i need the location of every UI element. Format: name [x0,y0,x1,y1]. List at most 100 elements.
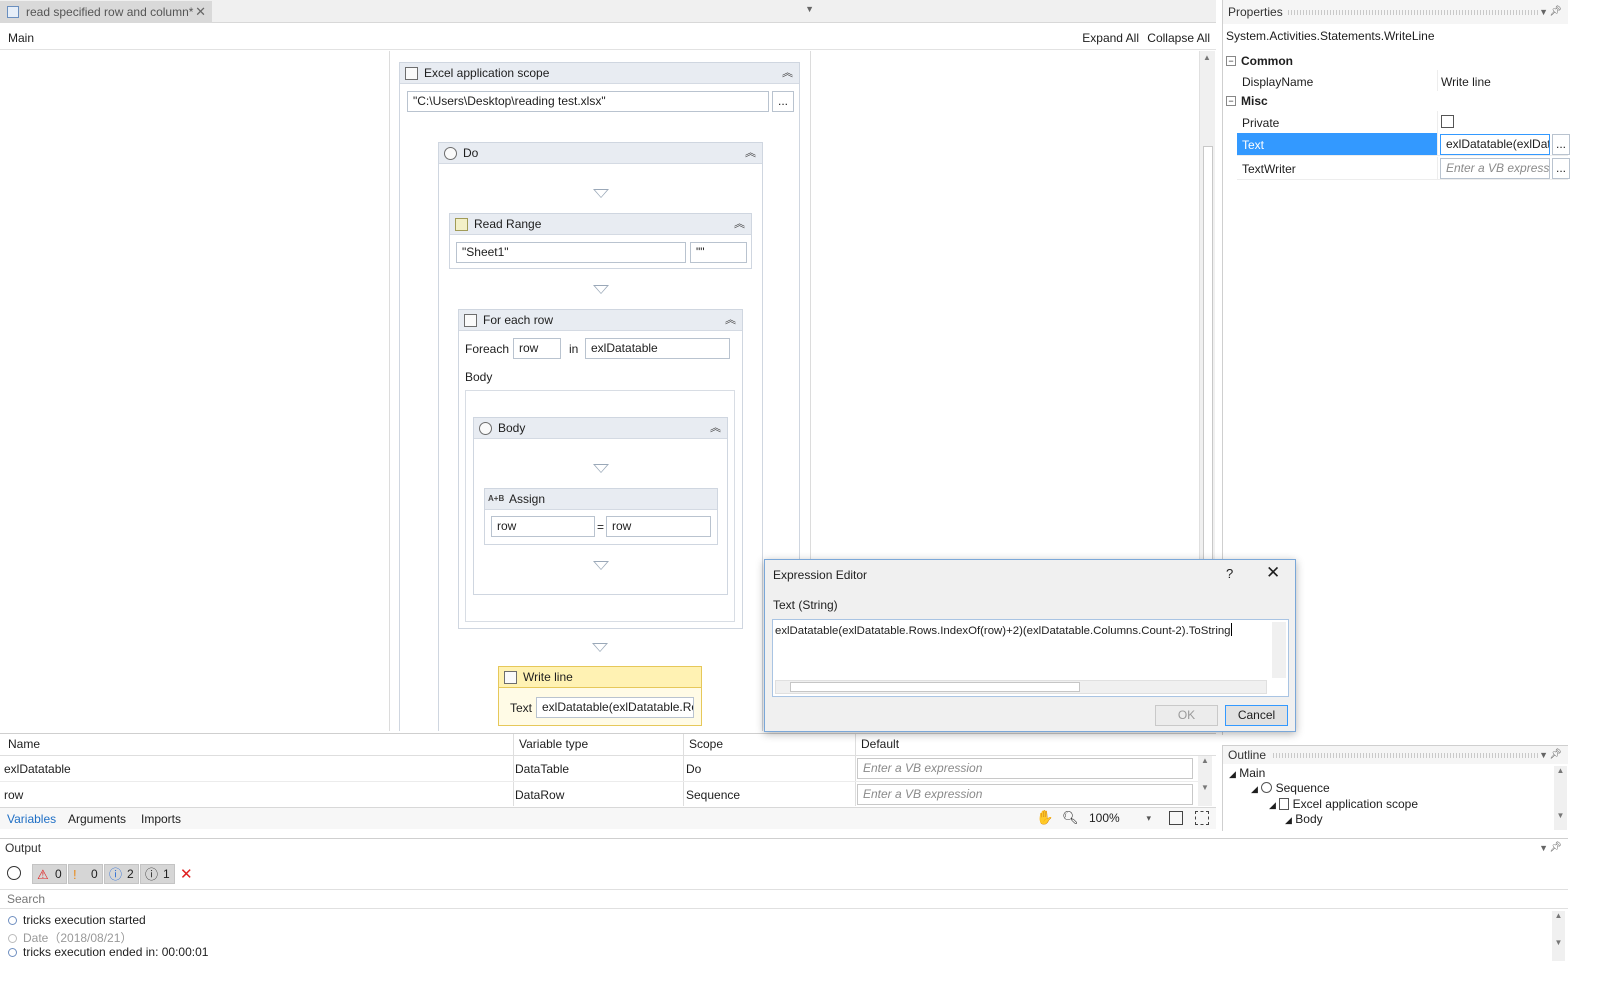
property-text-value[interactable]: exlDatatable(exlData ... [1437,133,1570,155]
assign-activity[interactable]: A+B Assign row = row [484,488,718,545]
foreach-item-input[interactable]: row [513,338,561,359]
textwriter-ellipsis-button[interactable]: ... [1552,158,1570,179]
errors-filter[interactable]: ⚠ 0 [32,864,67,884]
pan-hand-icon[interactable]: ✋ [1036,809,1053,826]
variable-type[interactable]: DataRow [515,788,564,802]
tab-arguments[interactable]: Arguments [68,812,126,826]
sheet-name-input[interactable]: "Sheet1" [456,242,686,263]
variable-default-input[interactable]: Enter a VB expression [857,758,1193,779]
outline-item-main[interactable]: ◢ Main [1229,766,1265,780]
scroll-up-icon[interactable]: ▲ [1203,53,1211,62]
info-filter[interactable]: ⓘ 2 [104,864,139,884]
outline-item-excel-scope[interactable]: ◢ Excel application scope [1269,797,1418,811]
col-name-header[interactable]: Name [8,737,40,751]
output-line[interactable]: tricks execution ended in: 00:00:01 [8,945,208,959]
variable-name[interactable]: exlDatatable [4,762,71,776]
expander-icon[interactable]: ◢ [1229,769,1236,779]
write-line-activity[interactable]: Write line Text exlDatatable(exlDatatabl… [498,666,702,726]
cancel-button[interactable]: Cancel [1225,705,1288,726]
variable-type[interactable]: DataTable [515,762,569,776]
variable-default-input[interactable]: Enter a VB expression [857,784,1193,805]
text-ellipsis-button[interactable]: ... [1552,134,1570,155]
property-private[interactable]: Private [1237,111,1568,134]
outline-item-sequence[interactable]: ◢ Sequence [1251,781,1330,795]
panel-dropdown-icon[interactable]: ▼ [1539,0,1548,24]
panel-dropdown-icon[interactable]: ▼ [1539,839,1548,857]
tab-variables[interactable]: Variables [7,812,56,826]
property-textwriter[interactable]: TextWriter Enter a VB expressic ... [1237,157,1570,180]
collapse-all-button[interactable]: Collapse All [1147,31,1210,45]
assign-value-input[interactable]: row [606,516,711,537]
close-dialog-button[interactable]: ✕ [1266,563,1280,583]
drop-arrow[interactable] [593,285,609,294]
collapse-chevron-icon[interactable]: ︽ [734,214,745,234]
foreach-collection-input[interactable]: exlDatatable [585,338,730,359]
pin-icon[interactable]: 📌︎ [1549,839,1562,857]
expander-icon[interactable]: ◢ [1269,800,1276,810]
panel-grip[interactable] [1273,753,1538,758]
write-line-header[interactable]: Write line [499,667,701,688]
drop-arrow[interactable] [593,561,609,570]
tab-dropdown-icon[interactable]: ▼ [805,4,814,14]
output-line[interactable]: tricks execution started [8,913,146,927]
col-default-header[interactable]: Default [861,737,899,751]
browse-path-button[interactable]: ... [772,91,794,112]
expand-all-button[interactable]: Expand All [1082,31,1139,45]
trace-filter[interactable]: ⓘ 1 [140,864,175,884]
pin-icon[interactable]: 📌︎ [1549,0,1562,24]
panel-grip[interactable] [1288,10,1538,15]
document-tab[interactable]: read specified row and column* ✕ [0,1,212,23]
col-scope-header[interactable]: Scope [689,737,723,751]
body-sequence[interactable]: Body ︽ A+B Assign row = row [473,417,728,595]
zoom-select[interactable]: 100% ▾ [1085,809,1157,827]
read-range-header[interactable]: Read Range ︽ [450,214,751,235]
private-checkbox[interactable] [1441,115,1454,128]
for-each-row-header[interactable]: For each row ︽ [459,310,742,331]
collapse-box-icon[interactable]: − [1226,96,1236,106]
drop-arrow[interactable] [593,464,609,473]
property-text[interactable]: Text exlDatatable(exlData ... [1237,133,1570,156]
scroll-thumb[interactable] [790,682,1080,692]
outline-item-body[interactable]: ◢ Body [1285,812,1323,826]
collapse-chevron-icon[interactable]: ︽ [725,310,736,330]
output-line[interactable]: Date（2018/08/21） [8,929,132,946]
clear-output-icon[interactable]: ✕ [180,865,193,883]
collapse-chevron-icon[interactable]: ︽ [710,418,721,438]
variable-row[interactable]: row DataRow Sequence Enter a VB expressi… [0,782,1200,808]
expression-horizontal-scrollbar[interactable] [775,680,1267,694]
pin-icon[interactable]: 📌︎ [1549,746,1562,764]
output-scrollbar[interactable]: ▲ ▼ [1552,911,1565,961]
do-header[interactable]: Do ︽ [439,143,762,164]
write-line-text-input[interactable]: exlDatatable(exlDatatable.Rov [536,697,694,718]
for-each-row-activity[interactable]: For each row ︽ Foreach row in exlDatatab… [458,309,743,629]
expression-vertical-scrollbar[interactable] [1272,622,1286,678]
property-displayname[interactable]: DisplayName Write line [1237,70,1568,93]
tab-imports[interactable]: Imports [141,812,181,826]
fit-to-screen-icon[interactable] [1169,811,1183,825]
excel-scope-header[interactable]: Excel application scope ︽ [400,63,799,84]
close-tab-icon[interactable]: ✕ [195,1,206,23]
help-button[interactable]: ? [1226,566,1233,581]
textwriter-input[interactable]: Enter a VB expressic [1440,158,1550,179]
text-value-input[interactable]: exlDatatable(exlData [1440,134,1550,155]
drop-arrow[interactable] [592,643,608,652]
range-input[interactable]: "" [690,242,747,263]
workbook-path-input[interactable]: "C:\Users\Desktop\reading test.xlsx" [407,91,769,112]
assign-header[interactable]: A+B Assign [485,489,717,510]
collapse-chevron-icon[interactable]: ︽ [782,63,793,83]
category-common[interactable]: − Common [1223,51,1568,71]
warnings-filter[interactable]: ! 0 [68,864,103,884]
assign-to-input[interactable]: row [491,516,595,537]
expander-icon[interactable]: ◢ [1285,815,1292,825]
ok-button[interactable]: OK [1155,705,1218,726]
category-misc[interactable]: − Misc [1223,91,1568,111]
collapse-chevron-icon[interactable]: ︽ [745,143,756,163]
property-textwriter-value[interactable]: Enter a VB expressic ... [1437,157,1570,179]
panel-dropdown-icon[interactable]: ▼ [1539,746,1548,764]
variable-name[interactable]: row [4,788,23,802]
zoom-magnifier-icon[interactable]: 🔍︎ [1062,810,1079,826]
breadcrumb-main[interactable]: Main [8,31,34,45]
property-displayname-value[interactable]: Write line [1437,70,1568,92]
variable-row[interactable]: exlDatatable DataTable Do Enter a VB exp… [0,756,1200,782]
output-search-input[interactable]: Search [0,889,1568,909]
